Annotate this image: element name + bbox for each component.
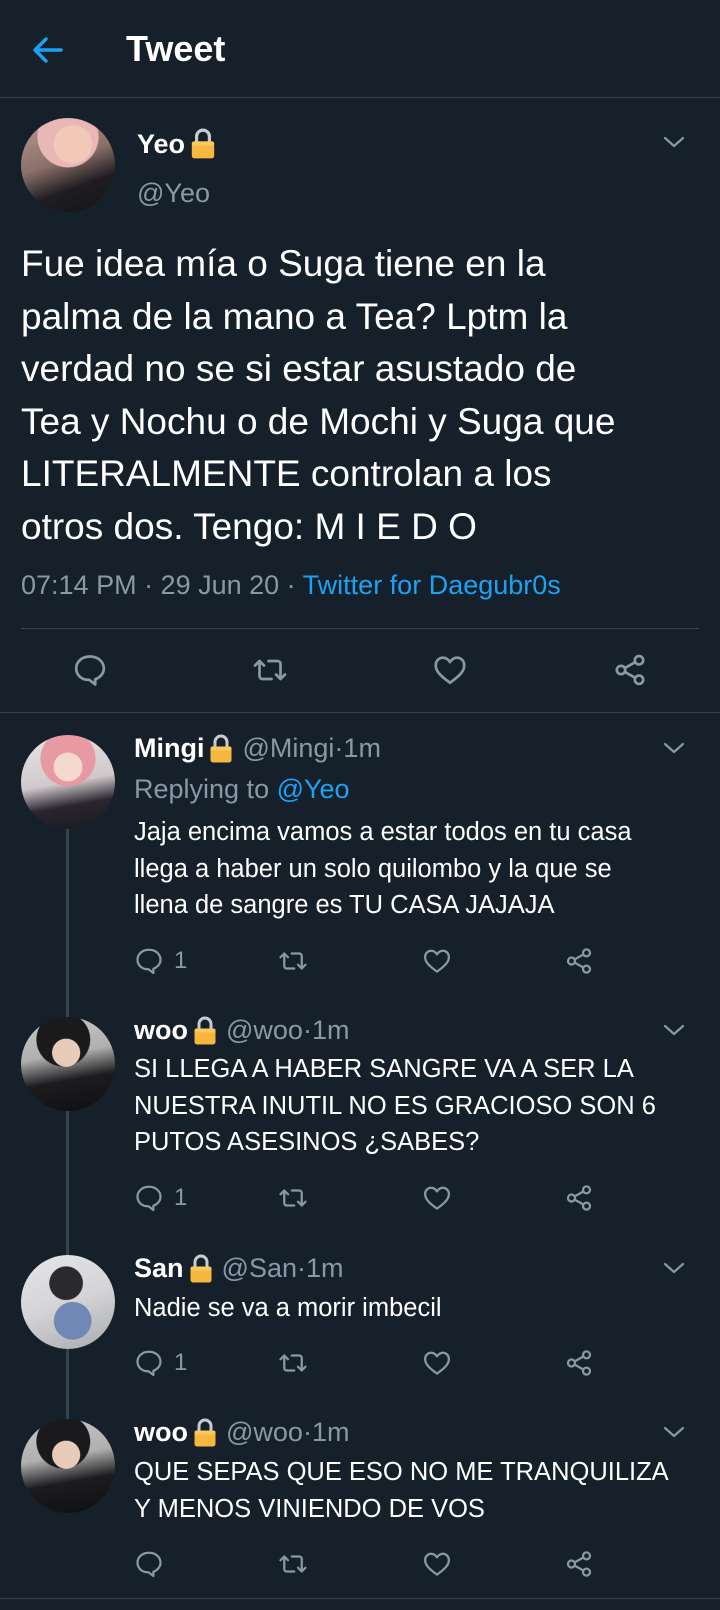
reply-icon xyxy=(134,946,164,976)
tweet-client-link[interactable]: Twitter for Daegubr0s xyxy=(303,570,561,600)
reply-author-name[interactable]: San xyxy=(134,1253,184,1284)
reply-actions: 1 xyxy=(134,944,614,984)
reply-button[interactable] xyxy=(134,1547,174,1581)
retweet-icon xyxy=(278,1549,308,1579)
reply-count: 1 xyxy=(174,1349,188,1376)
reply-author-handle[interactable]: @woo xyxy=(226,1417,303,1448)
reply-actions: 1 xyxy=(134,1181,614,1221)
reply-time: 1m xyxy=(311,1015,350,1045)
reply-author-handle[interactable]: @woo xyxy=(226,1015,303,1046)
arrow-left-icon[interactable] xyxy=(28,30,68,70)
avatar[interactable] xyxy=(21,735,115,829)
tweet-text: Fue idea mía o Suga tiene en la palma de… xyxy=(21,243,616,547)
reply-time: 1m xyxy=(305,1253,344,1283)
reply-text: Nadie se va a morir imbecil xyxy=(134,1294,442,1322)
like-button[interactable] xyxy=(422,1547,452,1581)
divider xyxy=(21,628,699,629)
divider xyxy=(0,1598,720,1599)
reply-time: 1m xyxy=(343,733,381,763)
reply-actions xyxy=(134,1547,614,1587)
retweet-icon xyxy=(278,946,308,976)
like-icon[interactable] xyxy=(432,652,468,688)
avatar[interactable] xyxy=(21,1419,115,1513)
share-icon xyxy=(564,946,594,976)
separator: · xyxy=(302,1015,312,1045)
like-icon xyxy=(422,946,452,976)
like-button[interactable] xyxy=(422,1346,452,1380)
reply-button[interactable]: 1 xyxy=(134,944,187,978)
share-icon xyxy=(564,1183,594,1213)
chevron-down-icon[interactable] xyxy=(662,1260,686,1276)
reply-text: Jaja encima vamos a estar todos en tu ca… xyxy=(134,818,632,919)
author-handle[interactable]: @Yeo xyxy=(137,178,210,209)
share-icon[interactable] xyxy=(612,652,648,688)
reply-text: QUE SEPAS QUE ESO NO ME TRANQUILIZA Y ME… xyxy=(134,1458,669,1523)
reply-author-handle[interactable]: @Mingi xyxy=(242,733,334,764)
replying-to-label: Replying to xyxy=(134,774,277,804)
retweet-button[interactable] xyxy=(278,1346,308,1380)
reply-count: 1 xyxy=(174,947,188,974)
reply-author-handle[interactable]: @San xyxy=(222,1253,297,1284)
like-icon xyxy=(422,1549,452,1579)
reply-icon[interactable] xyxy=(72,652,108,688)
share-icon xyxy=(564,1348,594,1378)
reply-author-name[interactable]: Mingi xyxy=(134,733,204,764)
share-icon xyxy=(564,1549,594,1579)
like-button[interactable] xyxy=(422,1181,452,1215)
chevron-down-icon[interactable] xyxy=(662,134,686,150)
separator: · xyxy=(296,1253,306,1283)
reply-author-name[interactable]: woo xyxy=(134,1417,188,1448)
lock-icon xyxy=(189,128,217,160)
share-button[interactable] xyxy=(564,944,594,978)
top-bar: Tweet xyxy=(0,0,720,98)
share-button[interactable] xyxy=(564,1181,594,1215)
chevron-down-icon[interactable] xyxy=(662,1424,686,1440)
reply-header: woo @woo · 1m xyxy=(134,1417,349,1448)
lock-icon xyxy=(208,734,234,764)
chevron-down-icon[interactable] xyxy=(662,740,686,756)
lock-icon xyxy=(192,1418,218,1448)
retweet-icon[interactable] xyxy=(252,652,288,688)
tweet-timestamp: 07:14 PM · 29 Jun 20 · xyxy=(21,570,303,600)
separator: · xyxy=(334,733,344,763)
reply-icon xyxy=(134,1549,164,1579)
reply-text: SI LLEGA A HABER SANGRE VA A SER LA NUES… xyxy=(134,1055,656,1156)
replying-to: Replying to @Yeo xyxy=(134,774,350,805)
reply-time: 1m xyxy=(311,1417,350,1447)
reply-author-name[interactable]: woo xyxy=(134,1015,188,1046)
avatar[interactable] xyxy=(21,118,115,212)
reply-actions: 1 xyxy=(134,1346,614,1386)
share-button[interactable] xyxy=(564,1346,594,1380)
author-name[interactable]: Yeo xyxy=(137,129,185,160)
like-button[interactable] xyxy=(422,944,452,978)
reply-icon xyxy=(134,1348,164,1378)
reply-header: San @San · 1m xyxy=(134,1253,344,1284)
like-icon xyxy=(422,1348,452,1378)
separator: · xyxy=(302,1417,312,1447)
retweet-icon xyxy=(278,1183,308,1213)
author-row: Yeo xyxy=(137,128,217,160)
reply-header: woo @woo · 1m xyxy=(134,1015,349,1046)
tweet-actions xyxy=(0,640,720,700)
retweet-button[interactable] xyxy=(278,944,308,978)
reply-icon xyxy=(134,1183,164,1213)
reply-header: Mingi @Mingi · 1m xyxy=(134,733,381,764)
retweet-icon xyxy=(278,1348,308,1378)
reply-button[interactable]: 1 xyxy=(134,1181,187,1215)
chevron-down-icon[interactable] xyxy=(662,1022,686,1038)
page-title: Tweet xyxy=(126,28,226,69)
tweet-meta: 07:14 PM · 29 Jun 20 · Twitter for Daegu… xyxy=(21,570,561,601)
divider xyxy=(0,712,720,713)
like-icon xyxy=(422,1183,452,1213)
lock-icon xyxy=(192,1016,218,1046)
reply-count: 1 xyxy=(174,1184,188,1211)
reply-button[interactable]: 1 xyxy=(134,1346,187,1380)
lock-icon xyxy=(188,1254,214,1284)
share-button[interactable] xyxy=(564,1547,594,1581)
avatar[interactable] xyxy=(21,1255,115,1349)
retweet-button[interactable] xyxy=(278,1181,308,1215)
retweet-button[interactable] xyxy=(278,1547,308,1581)
avatar[interactable] xyxy=(21,1017,115,1111)
replying-to-handle[interactable]: @Yeo xyxy=(277,774,350,804)
